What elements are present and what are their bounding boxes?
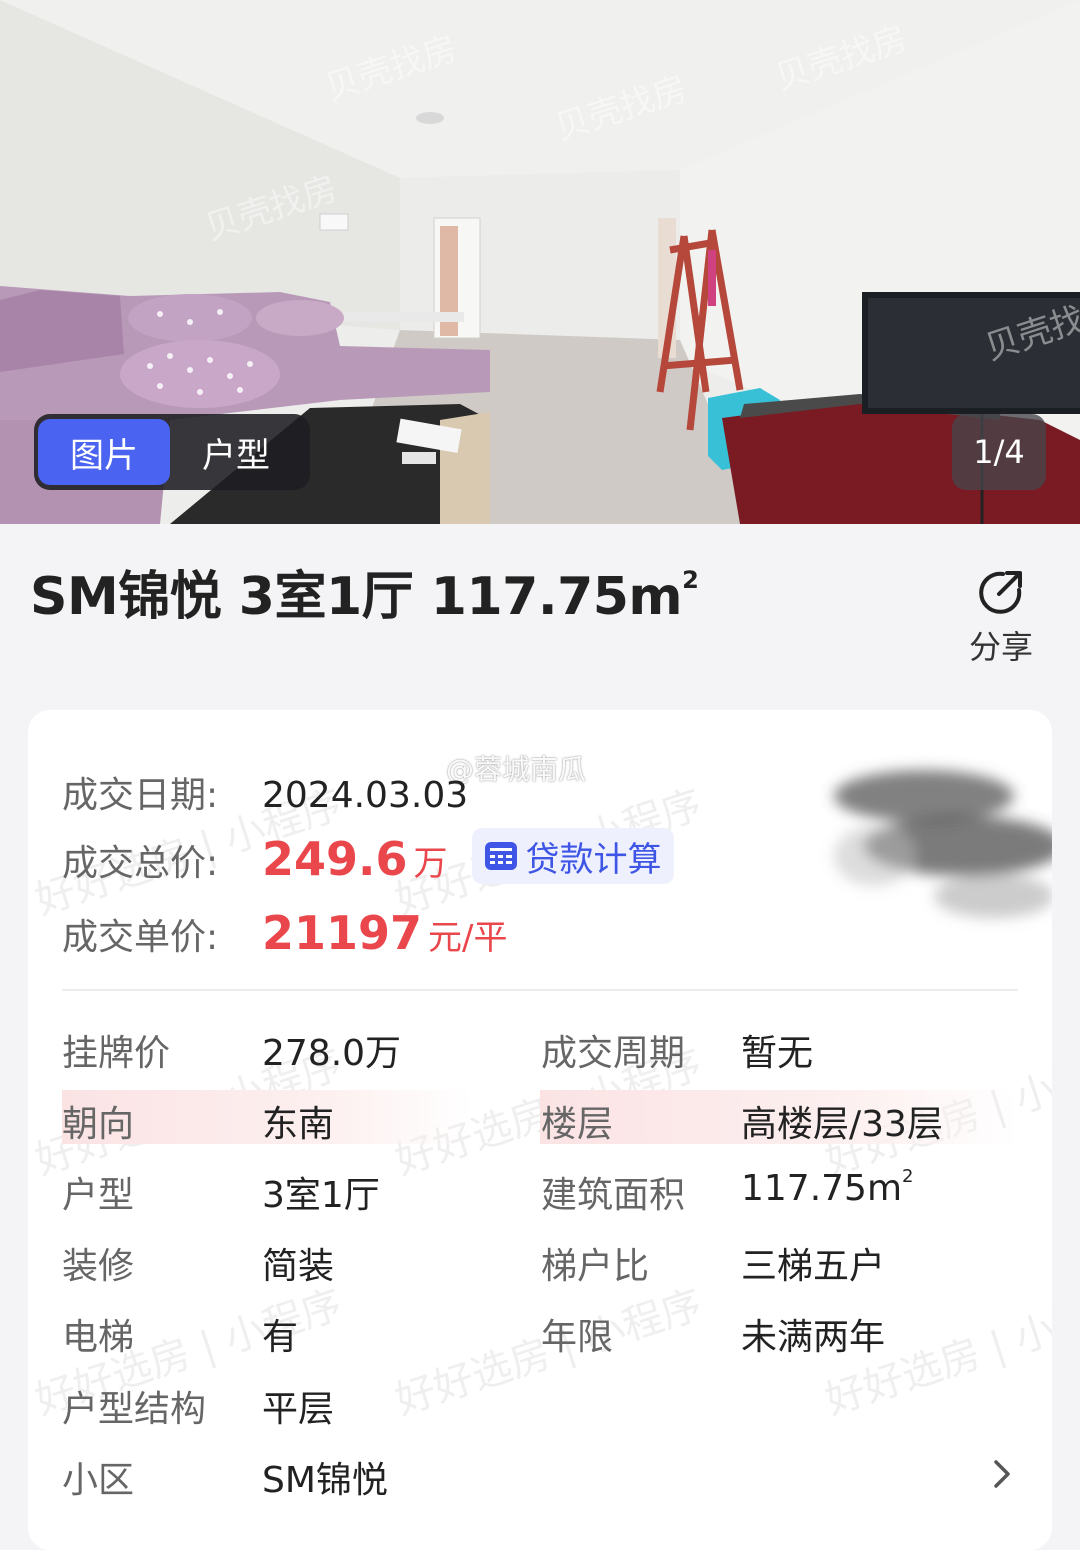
area-value: 117.75m2: [741, 1166, 914, 1209]
deal-total-value: 249.6: [262, 832, 408, 886]
loan-calculator-label: 贷款计算: [525, 839, 662, 880]
elevator-label: 电梯: [62, 1317, 135, 1358]
deal-unit-row: 成交单价: 21197 元/平: [62, 906, 508, 960]
chevron-right-icon[interactable]: [990, 1456, 1014, 1492]
deal-total-unit: 万: [413, 844, 448, 884]
listing-photo[interactable]: 贝壳找房 贝壳找房 贝壳找房 贝壳找房 贝壳找房 图片 户型 1/4: [0, 0, 1080, 524]
deal-detail-card: 好好选房 | 小程序 好好选房 | 小程序 好好选房 | 小程序 好好选房 | …: [28, 710, 1052, 1550]
list-price-value: 278.0万: [262, 1033, 402, 1074]
photo-counter: 1/4: [952, 414, 1046, 490]
layout-label: 户型: [62, 1175, 135, 1216]
deal-total-label: 成交总价:: [62, 843, 219, 884]
deal-total-row: 成交总价: 249.6 万 贷款计算: [62, 828, 674, 888]
listing-title: SM锦悦 3室1厅 117.75m2: [30, 566, 699, 627]
structure-label: 户型结构: [62, 1389, 207, 1430]
tab-floorplan[interactable]: 户型: [170, 419, 302, 485]
deal-date-value: 2024.03.03: [262, 775, 469, 816]
title-section: SM锦悦 3室1厅 117.75m2 分享: [0, 524, 1080, 710]
decoration-label: 装修: [62, 1246, 135, 1287]
calculator-icon: [484, 842, 517, 870]
area-superscript: 2: [902, 1166, 914, 1187]
share-label: 分享: [968, 628, 1033, 666]
media-type-toggle[interactable]: 图片 户型: [34, 414, 310, 490]
deal-unit-value: 21197: [262, 906, 423, 960]
deal-date-row: 成交日期: 2024.03.03: [62, 766, 468, 818]
deal-cycle-label: 成交周期: [541, 1033, 686, 1074]
deal-date-label: 成交日期:: [62, 775, 219, 816]
community-value[interactable]: SM锦悦: [262, 1451, 388, 1503]
orientation-value: 东南: [262, 1104, 335, 1145]
deal-unit-label: 成交单价:: [62, 917, 219, 958]
floor-label: 楼层: [541, 1104, 614, 1145]
section-divider: [62, 989, 1018, 991]
community-label: 小区: [62, 1460, 135, 1501]
elevator-ratio-value: 三梯五户: [741, 1246, 886, 1287]
loan-calculator-button[interactable]: 贷款计算: [471, 828, 674, 884]
decoration-value: 简装: [262, 1246, 335, 1287]
title-superscript: 2: [682, 566, 699, 594]
ownership-years-value: 未满两年: [741, 1317, 886, 1358]
elevator-ratio-label: 梯户比: [541, 1246, 650, 1287]
share-button[interactable]: 分享: [956, 568, 1046, 668]
structure-value: 平层: [262, 1389, 335, 1430]
share-icon: [979, 571, 1022, 614]
deal-unit-unit: 元/平: [428, 918, 508, 958]
list-price-label: 挂牌价: [62, 1033, 171, 1074]
orientation-label: 朝向: [62, 1104, 135, 1145]
layout-value: 3室1厅: [262, 1175, 380, 1216]
deal-cycle-value: 暂无: [741, 1033, 814, 1074]
floor-value: 高楼层/33层: [741, 1104, 943, 1145]
ownership-years-label: 年限: [541, 1317, 614, 1358]
elevator-value: 有: [262, 1317, 299, 1358]
tab-photos[interactable]: 图片: [38, 419, 170, 485]
redaction-scribble: [834, 770, 1052, 918]
area-label: 建筑面积: [541, 1175, 686, 1216]
